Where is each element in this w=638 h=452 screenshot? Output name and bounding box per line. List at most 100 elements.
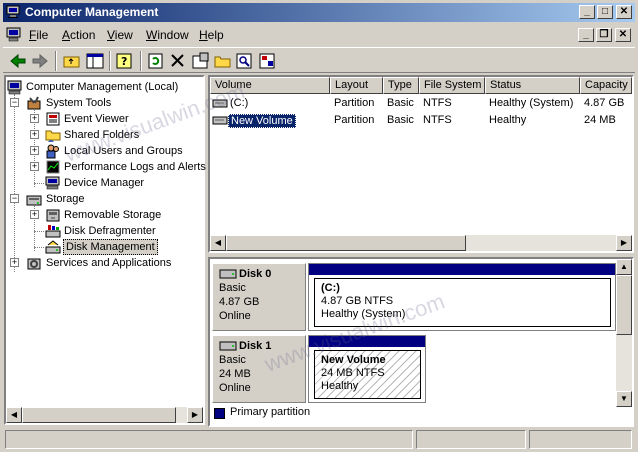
scroll-down-button[interactable]: ▼ xyxy=(616,391,632,407)
collapse-toggle[interactable]: − xyxy=(10,98,19,107)
maximize-button[interactable]: □ xyxy=(597,5,613,19)
cell-file-system: NTFS xyxy=(423,97,452,109)
disk-graphical-view[interactable]: Disk 0 Basic 4.87 GB Online (C:) 4.87 GB… xyxy=(208,257,634,427)
computer-management-window: Computer Management _ □ ✕ File Action Vi… xyxy=(0,0,638,452)
menu-action[interactable]: Action xyxy=(62,28,95,42)
child-close-button[interactable]: ✕ xyxy=(615,28,631,42)
console-icon[interactable] xyxy=(6,27,22,42)
child-minimize-button[interactable]: _ xyxy=(578,28,594,42)
close-button[interactable]: ✕ xyxy=(616,5,632,19)
child-restore-button[interactable]: ❐ xyxy=(596,28,612,42)
disk-1-label[interactable]: Disk 1 Basic 24 MB Online xyxy=(212,335,306,403)
expand-toggle[interactable]: + xyxy=(10,258,19,267)
window-title: Computer Management xyxy=(25,5,159,19)
disk-1-name: Disk 1 xyxy=(239,340,272,352)
tree-label-services-applications: Services and Applications xyxy=(46,257,172,269)
scroll-thumb[interactable] xyxy=(616,275,632,335)
title-bar[interactable]: Computer Management _ □ ✕ xyxy=(3,3,635,22)
tree-item-disk-management[interactable]: Disk Management xyxy=(6,239,202,255)
export-icon[interactable] xyxy=(257,51,279,71)
partition-header-bar xyxy=(309,336,425,347)
tree-label-device-manager: Device Manager xyxy=(64,177,145,189)
tree-item-removable-storage[interactable]: + Removable Storage xyxy=(6,207,202,223)
scroll-left-button[interactable]: ◀ xyxy=(6,407,22,423)
column-header-capacity[interactable]: Capacity xyxy=(580,77,632,94)
column-header-volume[interactable]: Volume xyxy=(210,77,330,94)
cell-capacity: 4.87 GB xyxy=(584,97,625,109)
forward-icon[interactable] xyxy=(29,51,51,71)
column-header-layout[interactable]: Layout xyxy=(330,77,383,94)
menu-help[interactable]: Help xyxy=(199,28,224,42)
expand-toggle[interactable]: + xyxy=(30,130,39,139)
scroll-thumb[interactable] xyxy=(22,407,176,423)
delete-icon[interactable] xyxy=(167,51,189,71)
volume-list[interactable]: Volume Layout Type File System Status Ca… xyxy=(208,75,634,253)
partition-c-name: (C:) xyxy=(321,282,340,294)
properties-icon[interactable] xyxy=(190,51,212,71)
expand-toggle[interactable]: + xyxy=(30,146,39,155)
minimize-button[interactable]: _ xyxy=(579,5,595,19)
tree-item-event-viewer[interactable]: + Event Viewer xyxy=(6,111,202,127)
disk-view-vertical-scrollbar[interactable]: ▲ ▼ xyxy=(616,259,632,407)
cell-file-system: NTFS xyxy=(423,114,452,126)
tree-item-disk-defragmenter[interactable]: Disk Defragmenter xyxy=(6,223,202,239)
scroll-right-button[interactable]: ▶ xyxy=(616,235,632,251)
tree-item-performance-logs[interactable]: + Performance Logs and Alerts xyxy=(6,159,206,175)
svg-text:?: ? xyxy=(121,55,127,68)
console-tree[interactable]: Computer Management (Local) − System Too… xyxy=(4,75,206,425)
show-hide-tree-icon[interactable] xyxy=(84,51,106,71)
search-icon[interactable] xyxy=(234,51,256,71)
scroll-right-button[interactable]: ▶ xyxy=(187,407,203,423)
tree-item-shared-folders[interactable]: + Shared Folders xyxy=(6,127,202,143)
expand-toggle[interactable]: + xyxy=(30,162,39,171)
tree-label-storage: Storage xyxy=(46,193,85,205)
disk-0-label[interactable]: Disk 0 Basic 4.87 GB Online xyxy=(212,263,306,331)
menu-bar: File Action View Window Help _ ❐ ✕ xyxy=(3,24,635,46)
partition-new-volume[interactable]: New Volume 24 MB NTFS Healthy xyxy=(308,335,426,403)
disk-1-state: Online xyxy=(219,382,251,394)
disk-0-size: 4.87 GB xyxy=(219,296,260,308)
collapse-toggle[interactable]: − xyxy=(10,194,19,203)
cell-status: Healthy (System) xyxy=(489,97,574,109)
tree-line xyxy=(34,247,44,248)
menu-file[interactable]: File xyxy=(29,28,48,42)
toolbar-separator xyxy=(109,51,111,71)
toolbar-separator xyxy=(140,51,142,71)
partition-new-volume-info: 24 MB NTFS xyxy=(321,367,385,379)
tree-item-services-applications[interactable]: + Services and Applications xyxy=(6,255,202,271)
refresh-icon[interactable] xyxy=(145,51,167,71)
scroll-up-button[interactable]: ▲ xyxy=(616,259,632,275)
menu-view[interactable]: View xyxy=(107,28,133,42)
services-icon xyxy=(27,258,41,270)
open-folder-icon[interactable] xyxy=(212,51,234,71)
cell-volume-selected: New Volume xyxy=(228,114,296,128)
help-icon[interactable]: ? xyxy=(114,51,136,71)
status-cell-2 xyxy=(416,430,526,449)
column-header-status[interactable]: Status xyxy=(485,77,580,94)
column-header-type[interactable]: Type xyxy=(383,77,419,94)
column-header-file-system[interactable]: File System xyxy=(419,77,485,94)
status-bar xyxy=(3,430,635,449)
tree-item-system-tools[interactable]: − System Tools xyxy=(6,95,202,111)
partition-c-info: 4.87 GB NTFS xyxy=(321,295,394,307)
tree-item-device-manager[interactable]: Device Manager xyxy=(6,175,202,191)
tree-label-removable-storage: Removable Storage xyxy=(64,209,162,221)
tree-item-storage[interactable]: − Storage xyxy=(6,191,202,207)
scroll-thumb[interactable] xyxy=(226,235,466,251)
tree-label-root: Computer Management (Local) xyxy=(26,81,179,93)
scroll-left-button[interactable]: ◀ xyxy=(210,235,226,251)
system-tools-icon xyxy=(27,96,41,110)
tree-horizontal-scrollbar[interactable]: ◀ ▶ xyxy=(6,407,203,423)
expand-toggle[interactable]: + xyxy=(30,210,39,219)
expand-toggle[interactable]: + xyxy=(30,114,39,123)
back-icon[interactable] xyxy=(7,51,29,71)
menu-window[interactable]: Window xyxy=(146,28,189,42)
volume-list-horizontal-scrollbar[interactable]: ◀ ▶ xyxy=(210,235,632,251)
tree-item-root[interactable]: Computer Management (Local) xyxy=(6,79,202,95)
tree-item-local-users[interactable]: + Local Users and Groups xyxy=(6,143,202,159)
tree-line xyxy=(34,183,44,184)
partition-c[interactable]: (C:) 4.87 GB NTFS Healthy (System) xyxy=(308,263,616,331)
storage-icon xyxy=(26,195,42,206)
up-folder-icon[interactable] xyxy=(61,51,83,71)
tree-label-system-tools: System Tools xyxy=(46,97,112,109)
